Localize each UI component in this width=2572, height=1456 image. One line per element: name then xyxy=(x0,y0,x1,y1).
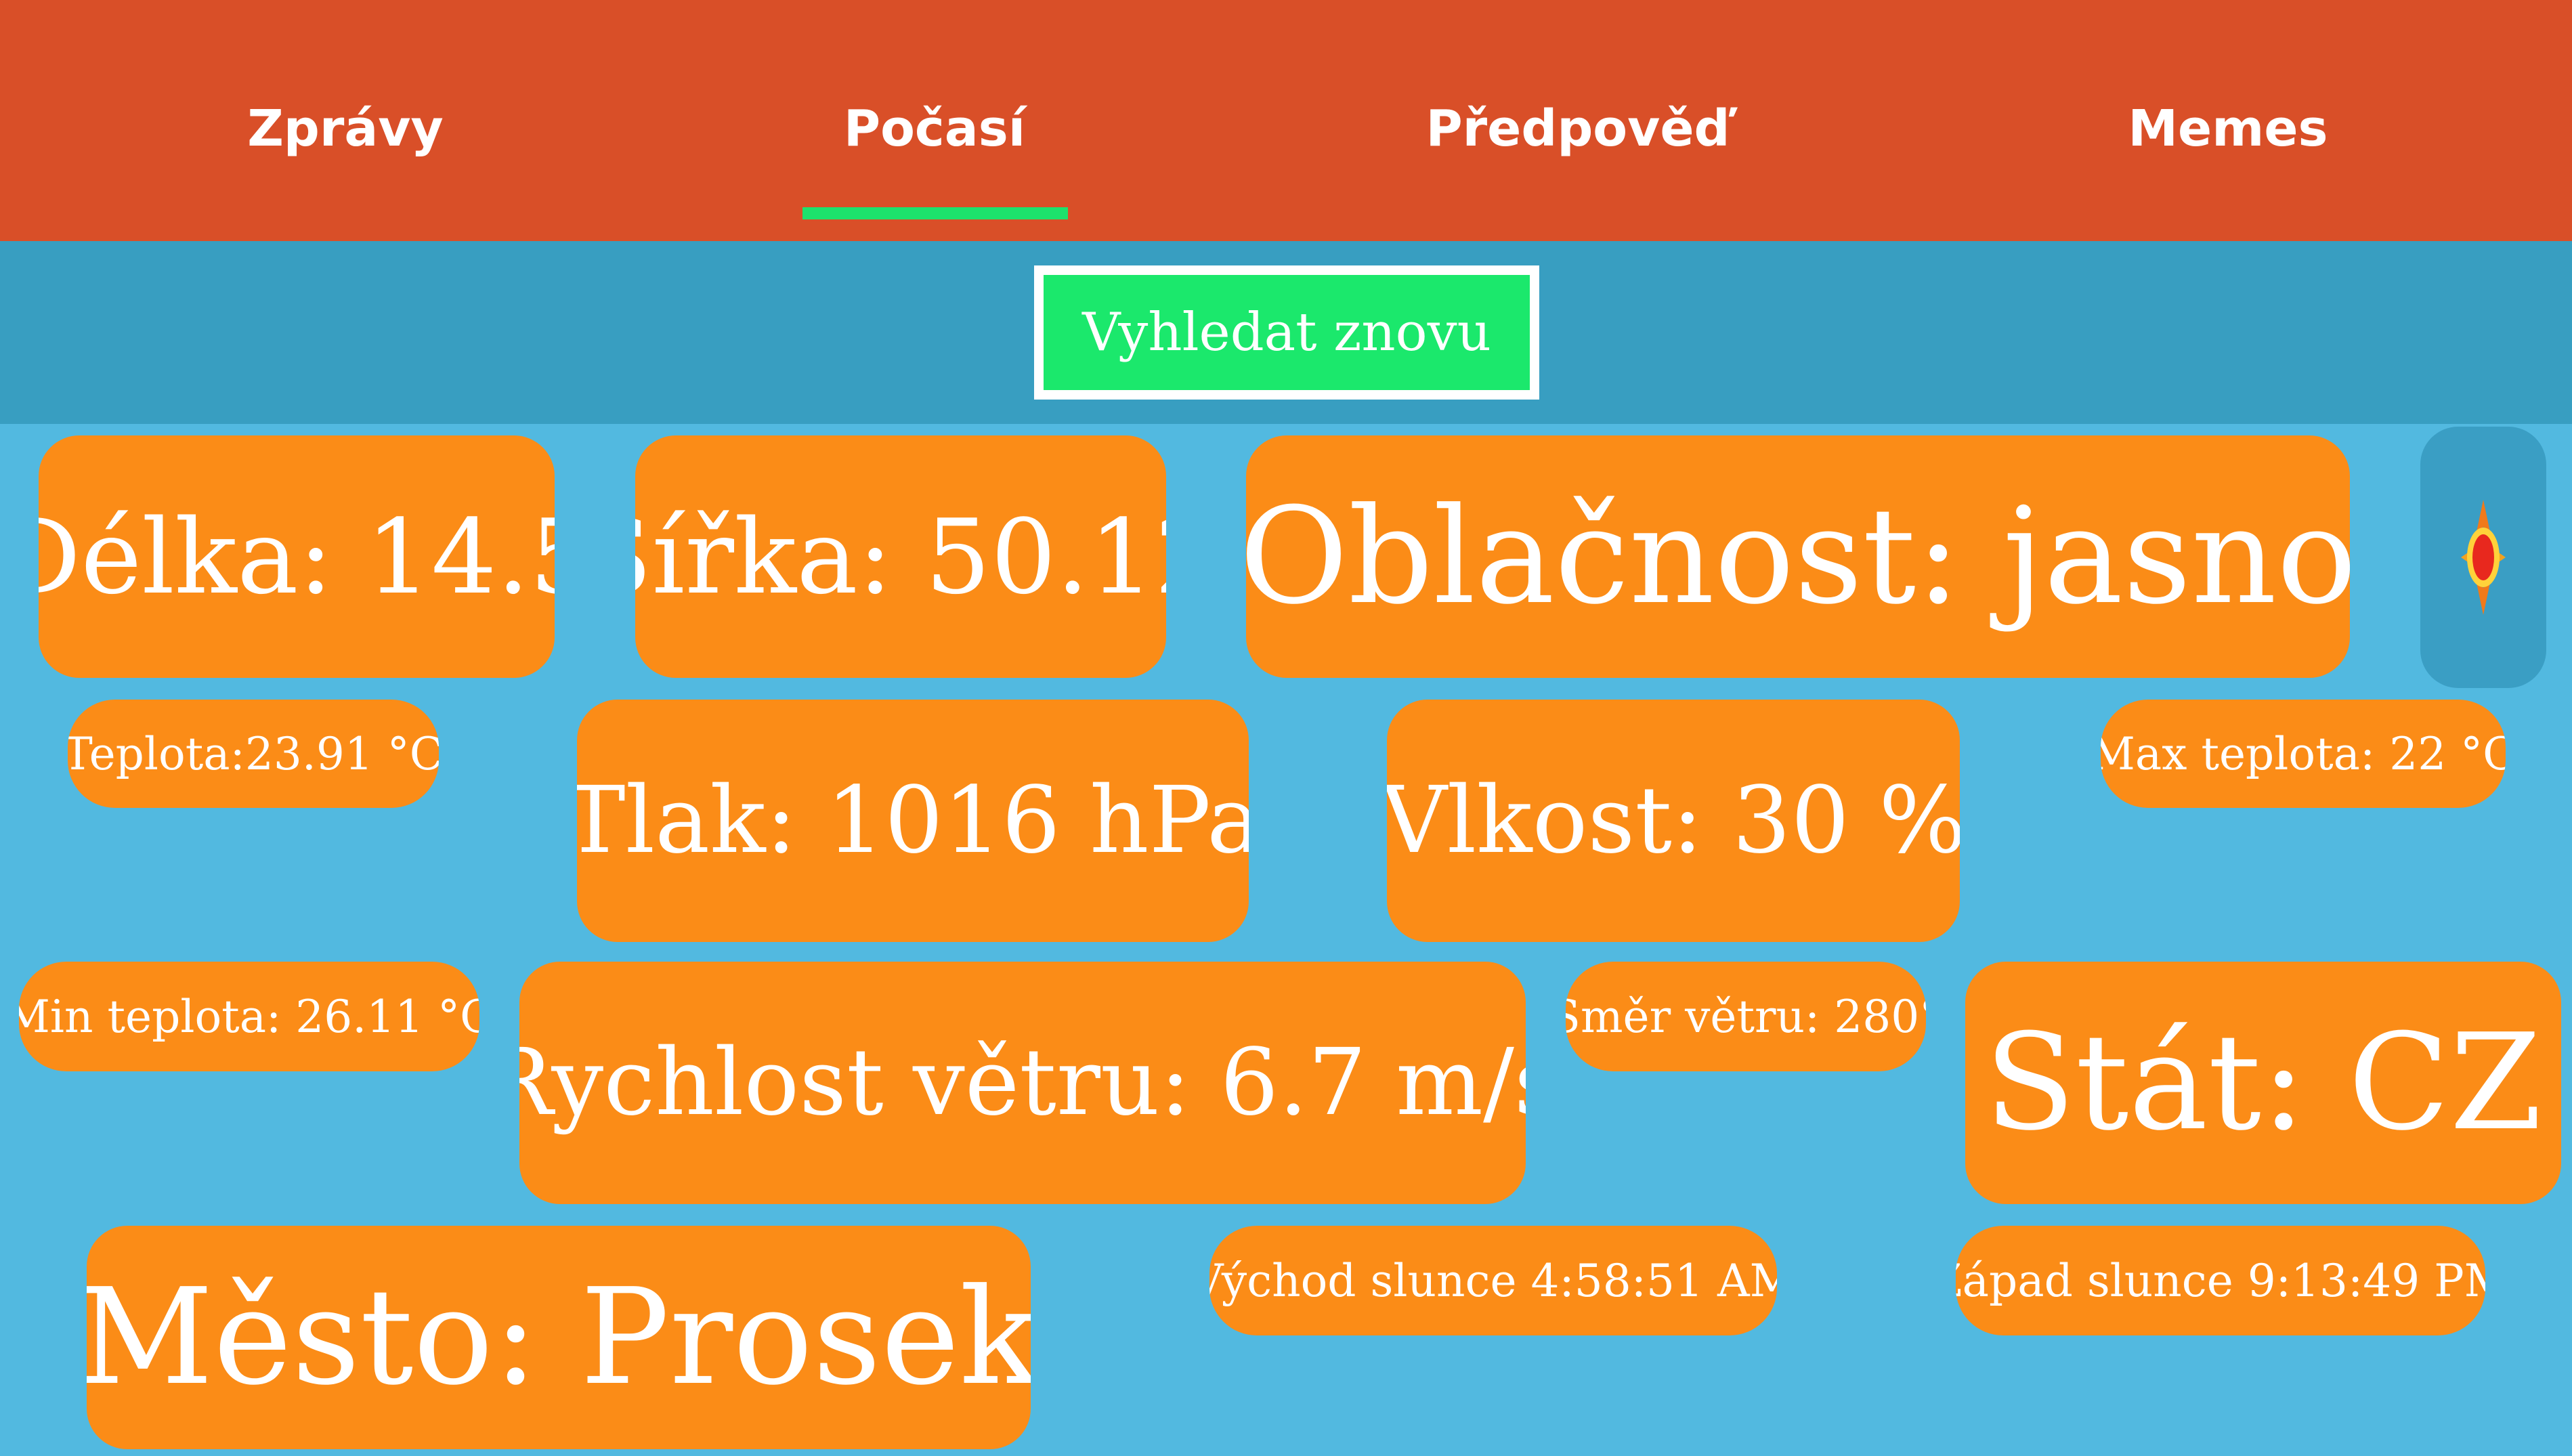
temperature-card: Teplota:23.91 °C xyxy=(68,700,439,808)
pressure-value: Tlak: 1016 hPa xyxy=(577,767,1249,874)
temperature-value: Teplota:23.91 °C xyxy=(68,727,439,780)
pressure-card: Tlak: 1016 hPa xyxy=(577,700,1249,942)
country-card: Stát: CZ xyxy=(1965,962,2561,1204)
max-temperature-value: Max teplota: 22 °C xyxy=(2101,727,2506,780)
wind-direction-value: Směr větru: 280° xyxy=(1566,990,1926,1043)
longitude-card: Délka: 14.5 xyxy=(39,435,555,678)
tab-zpravy[interactable]: Zprávy xyxy=(200,88,491,169)
humidity-value: Vlkost: 30 % xyxy=(1387,767,1960,874)
sun-icon xyxy=(2461,500,2506,615)
city-card: Město: Prosek xyxy=(87,1226,1031,1449)
sunset-card: Západ slunce 9:13:49 PM xyxy=(1956,1226,2485,1335)
tab-pocasi[interactable]: Počasí xyxy=(786,88,1084,169)
active-tab-indicator xyxy=(802,207,1068,219)
search-again-button[interactable]: Vyhledat znovu xyxy=(1034,265,1539,400)
wind-speed-value: Rychlost větru: 6.7 m/s xyxy=(519,1029,1526,1136)
country-value: Stát: CZ xyxy=(1984,1006,2542,1160)
city-value: Město: Prosek xyxy=(87,1260,1031,1415)
longitude-value: Délka: 14.5 xyxy=(39,496,555,617)
latitude-card: Šířka: 50.12 xyxy=(635,435,1166,678)
tab-memes[interactable]: Memes xyxy=(2079,88,2377,169)
sunrise-card: Východ slunce 4:58:51 AM xyxy=(1209,1226,1777,1335)
min-temperature-card: Min teplota: 26.11 °C xyxy=(19,962,479,1071)
tab-predpoved[interactable]: Předpověď xyxy=(1388,88,1767,169)
latitude-value: Šířka: 50.12 xyxy=(635,496,1166,617)
min-temperature-value: Min teplota: 26.11 °C xyxy=(19,990,479,1043)
top-navigation: Zprávy Počasí Předpověď Memes xyxy=(0,0,2572,241)
wind-speed-card: Rychlost větru: 6.7 m/s xyxy=(519,962,1526,1204)
cloudiness-value: Oblačnost: jasno xyxy=(1246,479,2350,634)
humidity-card: Vlkost: 30 % xyxy=(1387,700,1960,942)
max-temperature-card: Max teplota: 22 °C xyxy=(2101,700,2506,808)
sunrise-value: Východ slunce 4:58:51 AM xyxy=(1209,1254,1777,1307)
weather-icon-box xyxy=(2420,427,2546,688)
sunset-value: Západ slunce 9:13:49 PM xyxy=(1956,1254,2485,1307)
wind-direction-card: Směr větru: 280° xyxy=(1566,962,1926,1071)
cloudiness-card: Oblačnost: jasno xyxy=(1246,435,2350,678)
